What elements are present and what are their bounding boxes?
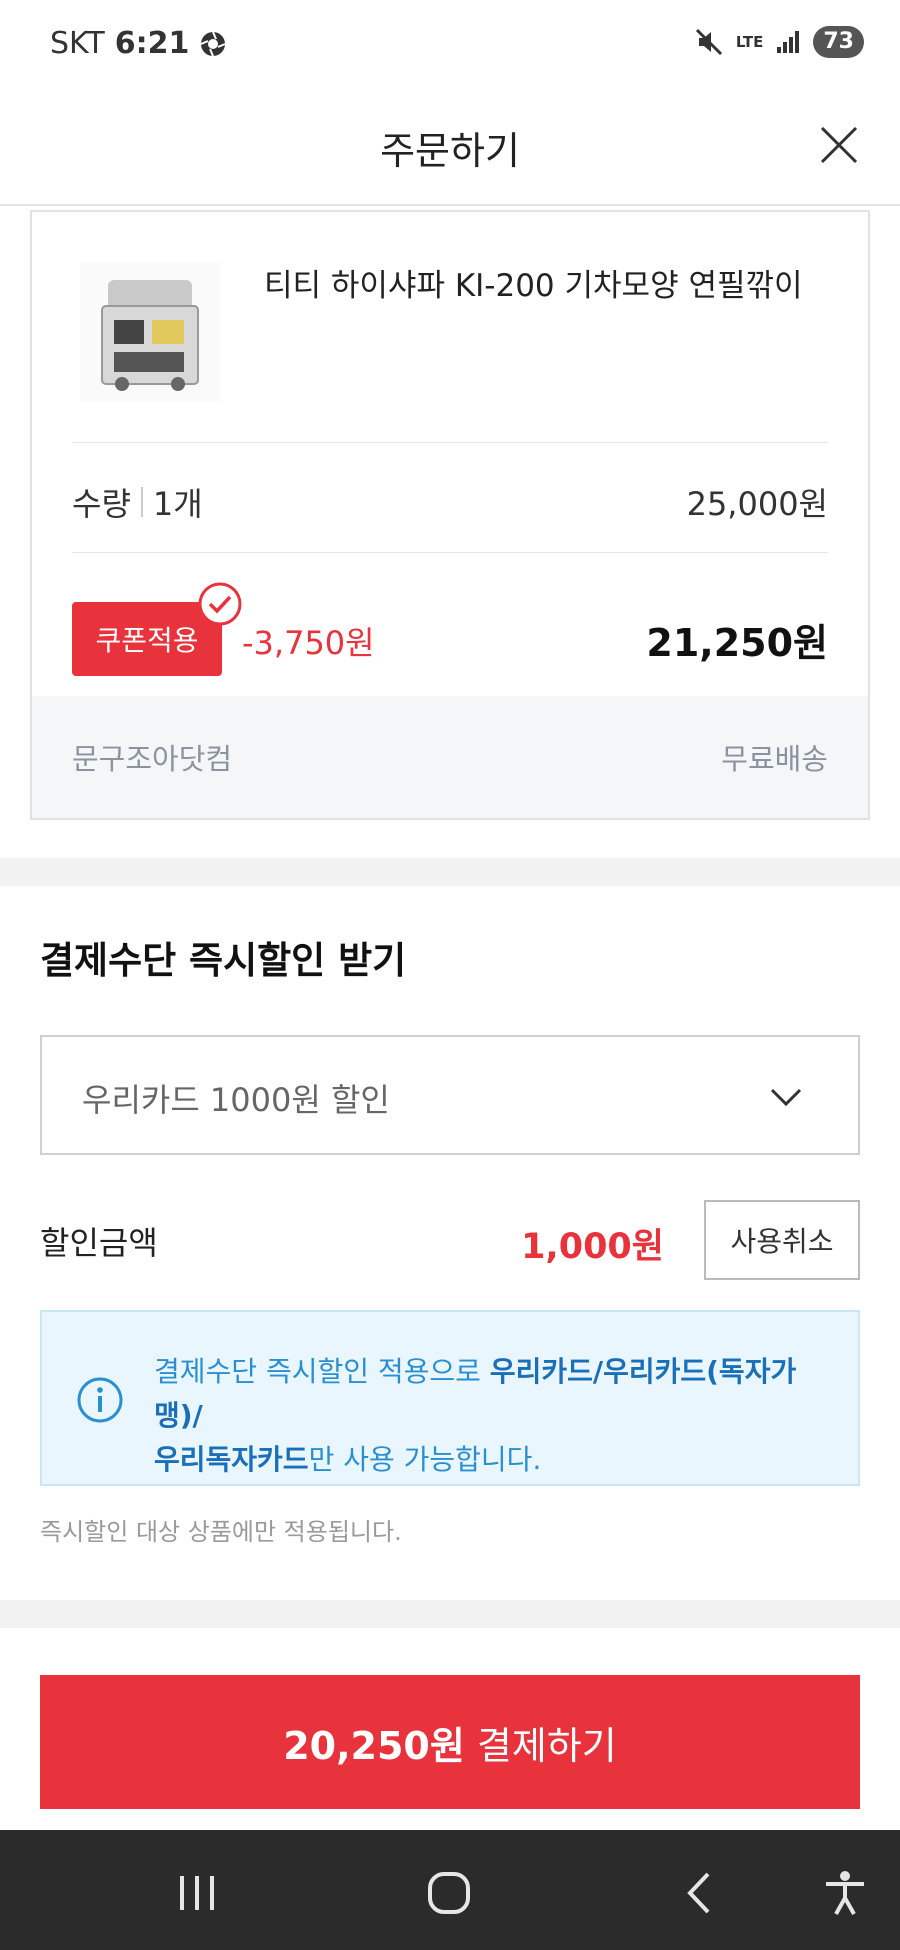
- section-title: 결제수단 즉시할인 받기: [40, 939, 407, 982]
- info-icon: [77, 1377, 123, 1423]
- system-nav-bar: [0, 1830, 900, 1950]
- pay-label: 결제하기: [464, 1723, 617, 1768]
- battery-indicator: 73: [813, 26, 864, 58]
- product-name[interactable]: 티티 하이샤파 KI-200 기차모양 연필깎이: [264, 260, 803, 305]
- final-price: 21,250원: [646, 621, 828, 665]
- original-price: 25,000원: [686, 485, 828, 523]
- discount-label: 할인금액: [40, 1224, 158, 1262]
- selected-option: 우리카드 1000원 할인: [82, 1081, 390, 1119]
- chevron-down-icon: [770, 1088, 802, 1107]
- discount-note: 즉시할인 대상 상품에만 적용됩니다.: [40, 1518, 402, 1546]
- pay-button[interactable]: 20,250원 결제하기: [40, 1675, 860, 1809]
- mute-icon: [695, 28, 722, 56]
- info-box: 결제수단 즉시할인 적용으로 우리카드/우리카드(독자가맹)/우리독자카드만 사…: [40, 1310, 860, 1486]
- divider: [72, 552, 828, 553]
- home-icon[interactable]: [424, 1868, 474, 1918]
- quantity-row: 수량 1개 25,000원: [72, 472, 828, 532]
- pay-amount: 20,250원: [283, 1723, 465, 1768]
- accessibility-icon[interactable]: [820, 1868, 870, 1918]
- page-header: 주문하기: [0, 90, 900, 206]
- page-title: 주문하기: [380, 129, 520, 173]
- network-label: LTE: [735, 33, 764, 51]
- order-item-card: 티티 하이샤파 KI-200 기차모양 연필깎이 수량 1개 25,000원 쿠…: [30, 210, 870, 820]
- shipping-info: 무료배송: [721, 742, 828, 776]
- quantity-label: 수량: [72, 485, 131, 523]
- quantity-value: 1개: [152, 485, 203, 523]
- discount-value: 1,000원: [521, 1227, 664, 1267]
- status-bar: SKT 6:21 LTE 73: [0, 0, 900, 90]
- coupon-discount-amount: -3,750원: [242, 624, 375, 662]
- status-left: SKT 6:21: [50, 26, 227, 61]
- status-right: LTE 73: [694, 26, 864, 58]
- section-divider: [0, 1600, 900, 1628]
- separator: [140, 487, 143, 517]
- info-cards-2: 우리독자카드: [154, 1443, 309, 1476]
- info-prefix: 결제수단 즉시할인 적용으로: [154, 1355, 490, 1388]
- info-suffix: 만 사용 가능합니다.: [308, 1443, 542, 1476]
- camera-shutter-icon: [200, 31, 226, 56]
- back-icon[interactable]: [676, 1868, 726, 1918]
- seller-name[interactable]: 문구조아닷컴: [72, 736, 232, 778]
- status-time: 6:21: [114, 26, 190, 61]
- discount-amount-row: 할인금액 1,000원 사용취소: [40, 1200, 860, 1280]
- divider: [72, 442, 828, 443]
- info-text: 결제수단 즉시할인 적용으로 우리카드/우리카드(독자가맹)/우리독자카드만 사…: [154, 1350, 828, 1482]
- carrier-label: SKT: [50, 26, 105, 61]
- quantity-info: 수량 1개: [72, 479, 203, 525]
- product-thumbnail[interactable]: [80, 262, 220, 402]
- recent-apps-icon[interactable]: [172, 1868, 222, 1918]
- cancel-discount-button[interactable]: 사용취소: [704, 1200, 860, 1280]
- price-row: 쿠폰적용 -3,750원 21,250원: [72, 582, 828, 676]
- card-discount-select[interactable]: 우리카드 1000원 할인: [40, 1035, 860, 1155]
- signal-icon: [777, 31, 800, 53]
- section-divider: [0, 858, 900, 886]
- seller-bar: 문구조아닷컴 무료배송: [32, 696, 868, 818]
- close-icon[interactable]: [814, 120, 864, 170]
- check-circle-icon: [198, 582, 242, 626]
